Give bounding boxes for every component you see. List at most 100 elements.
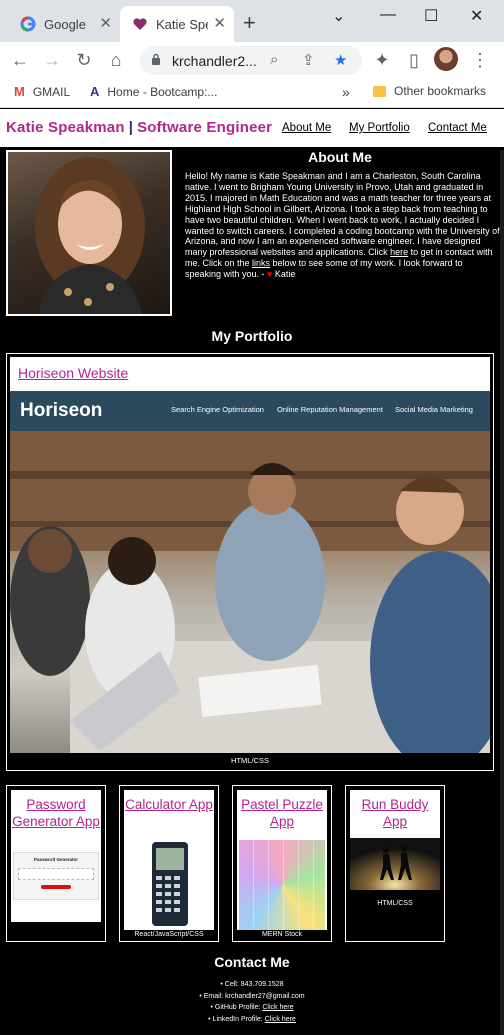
tab-katie-speakman[interactable]: Katie Spe ✕ [120, 6, 234, 42]
contact-cell: • Cell: 843.709.1528 [220, 981, 284, 988]
contact-heading: Contact Me [214, 954, 290, 970]
about-signature: Katie [272, 269, 296, 280]
url-text: krchandler2... [172, 53, 257, 69]
folder-icon [373, 85, 386, 97]
star-bookmark-icon[interactable]: ★ [334, 51, 347, 69]
calculator-image[interactable] [124, 840, 214, 928]
tab-google[interactable]: Google ✕ [8, 6, 120, 42]
horiseon-nav-item: Social Media Marketing [395, 405, 473, 414]
project-caption: HTML/CSS [377, 900, 413, 907]
bookmark-label: Home - Bootcamp:... [107, 84, 218, 99]
project-card-run-buddy: Run Buddy App HTML/CSS [345, 785, 445, 942]
close-icon[interactable]: ✕ [99, 15, 112, 33]
forward-arrow-icon[interactable]: → [41, 49, 63, 71]
horiseon-header[interactable]: Horiseon Search Engine Optimization Onli… [10, 391, 490, 431]
back-arrow-icon[interactable]: ← [9, 49, 31, 71]
password-generator-screenshot[interactable]: Password Generator [13, 852, 99, 900]
team-meeting-photo [10, 431, 490, 753]
horiseon-nav-item: Search Engine Optimization [171, 405, 264, 414]
site-header: Katie Speakman | Software Engineer About M… [0, 109, 504, 147]
portfolio-links-link[interactable]: links [252, 258, 270, 268]
runners-image[interactable] [350, 838, 440, 890]
project-preview: Run Buddy App [350, 790, 440, 838]
project-caption: JavaScript [39, 902, 73, 909]
github-link[interactable]: Click here [262, 1004, 293, 1011]
contact-here-link[interactable]: here [390, 247, 408, 257]
contact-github: • GitHub Profile: Click here [0, 1002, 504, 1014]
lock-icon [152, 53, 160, 65]
tab-label: Katie Spe [156, 16, 208, 32]
horiseon-logo: Horiseon [20, 400, 103, 421]
contact-label: • LinkedIn Profile: [208, 1015, 265, 1023]
preview-title: Password Generator [33, 857, 78, 862]
heart-favicon-icon [133, 18, 147, 30]
project-preview: Pastel Puzzle App [237, 790, 327, 930]
project-preview: Calculator App [124, 790, 214, 930]
home-icon[interactable]: ⌂ [105, 49, 127, 71]
url-field[interactable]: krchandler2... ⌕ ⇪ ★ [140, 46, 362, 75]
project-caption: MERN Stock [261, 931, 303, 938]
linkedin-link[interactable]: Click here [265, 1016, 296, 1023]
calculator-link[interactable]: Calculator App [124, 796, 214, 813]
side-panel-icon[interactable]: ▯ [403, 49, 425, 71]
contact-linkedin: • LinkedIn Profile: Click here [0, 1014, 504, 1026]
profile-portrait-image [35, 157, 145, 314]
about-heading: About Me [308, 149, 372, 165]
preview-generate-button [41, 885, 71, 889]
browser-tab-bar: Google ✕ Katie Spe ✕ + ⌄ — ☐ ✕ [0, 0, 504, 42]
about-text-part: Hello! My name is Katie Speakman and I a… [185, 171, 500, 258]
window-edge-background [500, 150, 504, 1035]
bootcamp-icon: A [90, 84, 100, 99]
puzzle-image[interactable] [239, 840, 325, 930]
new-tab-button[interactable]: + [243, 12, 256, 34]
minimize-icon[interactable]: — [380, 6, 396, 24]
chevron-down-icon[interactable]: ⌄ [332, 6, 345, 26]
pastel-puzzle-link[interactable]: Pastel Puzzle App [237, 796, 327, 830]
password-generator-link[interactable]: Password Generator App [11, 796, 101, 830]
extensions-icon[interactable]: ✦ [371, 49, 393, 71]
project-card-password-generator: Password Generator App Password Generato… [6, 785, 106, 942]
site-brand: Katie Speakman | Software Engineer [6, 119, 272, 136]
featured-project-preview: Horiseon Website Horiseon Search Engine … [10, 357, 490, 753]
address-bar: ← → ↻ ⌂ krchandler2... ⌕ ⇪ ★ ✦ ▯ ⋮ [0, 42, 504, 78]
run-buddy-link[interactable]: Run Buddy App [350, 796, 440, 830]
profile-photo [6, 150, 172, 316]
project-caption: React/JavaScript/CSS [134, 931, 204, 938]
maximize-icon[interactable]: ☐ [424, 6, 438, 26]
contact-label: • GitHub Profile: [210, 1004, 263, 1012]
bookmark-label: Other bookmarks [394, 84, 487, 98]
more-bookmarks-chevron[interactable]: » [342, 84, 350, 100]
bookmark-label: GMAIL [32, 84, 71, 99]
nav-my-portfolio[interactable]: My Portfolio [349, 122, 410, 134]
gmail-icon: M [14, 84, 25, 99]
bookmarks-bar: M GMAIL A Home - Bootcamp:... » Other bo… [0, 78, 504, 108]
bookmark-bootcamp[interactable]: A Home - Bootcamp:... [90, 84, 217, 99]
share-icon[interactable]: ⇪ [302, 51, 315, 69]
featured-project-caption: HTML/CSS [231, 756, 269, 765]
contact-list: • Cell: 843.709.1528 • Email: krchandler… [0, 979, 504, 1025]
tab-label: Google [44, 16, 86, 32]
project-card-pastel-puzzle: Pastel Puzzle App MERN Stock [232, 785, 332, 942]
featured-project-card: Horiseon Website Horiseon Search Engine … [6, 353, 494, 771]
horiseon-nav-item: Online Reputation Management [277, 405, 383, 414]
nav-contact-me[interactable]: Contact Me [428, 122, 487, 134]
brand-separator: | [128, 119, 134, 136]
window-close-icon[interactable]: ✕ [470, 6, 483, 26]
avatar[interactable] [434, 47, 458, 71]
contact-email: • Email: krchandler27@gmail.com [199, 992, 305, 1000]
brand-role: Software Engineer [137, 119, 273, 136]
brand-name: Katie Speakman [6, 119, 125, 136]
other-bookmarks[interactable]: Other bookmarks [373, 84, 486, 98]
zoom-icon[interactable]: ⌕ [270, 51, 278, 68]
bookmark-gmail[interactable]: M GMAIL [14, 84, 70, 99]
reload-icon[interactable]: ↻ [73, 49, 95, 71]
horiseon-hero-image[interactable] [10, 431, 490, 753]
google-icon [20, 16, 36, 32]
project-card-calculator: Calculator App React/JavaScript/CSS [119, 785, 219, 942]
horiseon-website-link[interactable]: Horiseon Website [18, 365, 128, 381]
nav-about-me[interactable]: About Me [282, 122, 331, 134]
kebab-menu-icon[interactable]: ⋮ [469, 49, 491, 71]
close-icon[interactable]: ✕ [213, 15, 226, 33]
portfolio-heading: My Portfolio [211, 328, 293, 344]
about-paragraph: Hello! My name is Katie Speakman and I a… [185, 171, 501, 280]
